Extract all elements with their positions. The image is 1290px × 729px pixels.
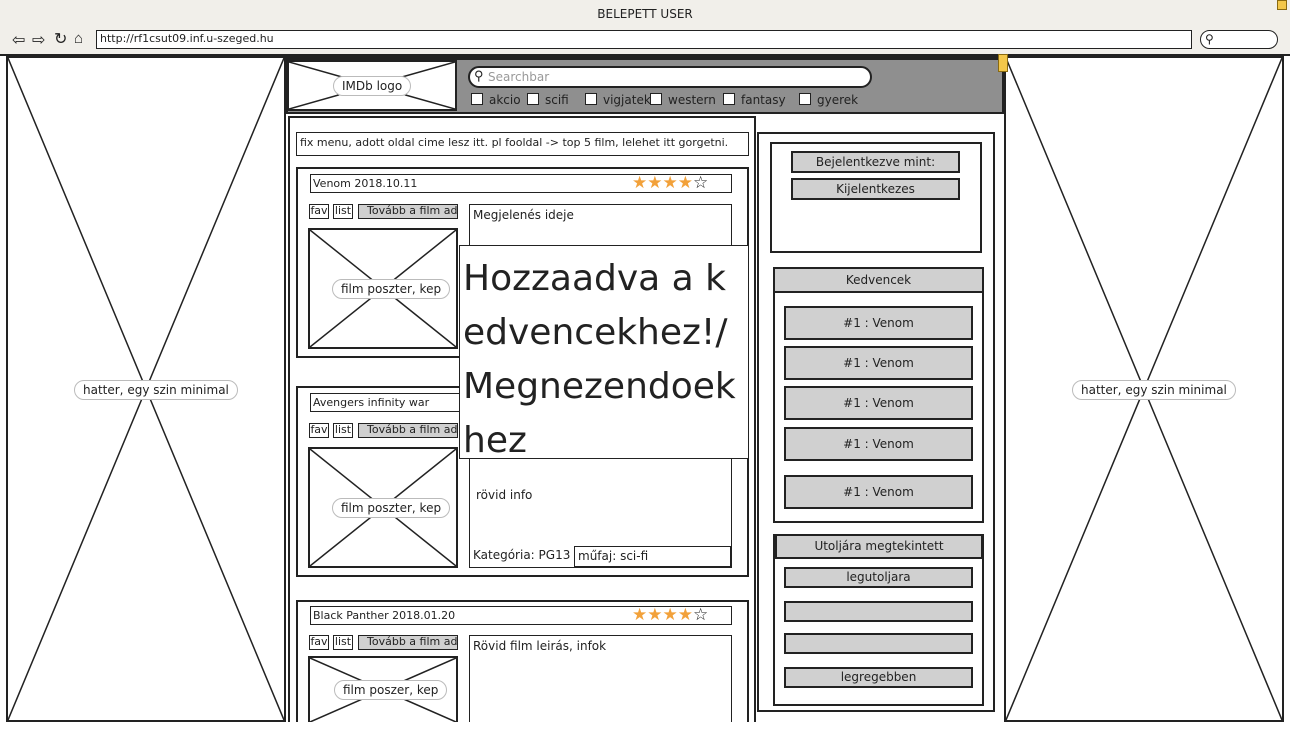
page-title-bar: fix menu, adott oldal cime lesz itt. pl …	[296, 132, 749, 156]
movie-description: Rövid film leirás, infok	[473, 639, 607, 653]
movie-info-box: Rövid film leirás, infok	[469, 635, 732, 722]
background-placeholder-left: hatter, egy szin minimal	[6, 56, 286, 722]
star-filled-icon: ★	[677, 605, 693, 624]
url-text: http://rf1csut09.inf.u-szeged.hu	[100, 32, 274, 45]
genre-checkbox-western[interactable]	[650, 93, 662, 105]
details-button[interactable]: Tovább a film adatlapjára	[358, 635, 458, 650]
star-empty-icon: ☆	[693, 605, 709, 624]
favorite-item[interactable]: #1 : Venom	[784, 386, 973, 420]
recent-item[interactable]	[784, 633, 973, 654]
forward-icon[interactable]: ⇨	[32, 30, 45, 50]
movie-description: Megjelenés ideje	[473, 208, 574, 222]
background-label-left: hatter, egy szin minimal	[74, 380, 238, 400]
genre-label-gyerek: gyerek	[817, 93, 859, 107]
notification-popup: Hozzaadva a kedvencekhez!/ Megnezendoekh…	[459, 245, 749, 461]
genre-checkbox-gyerek[interactable]	[799, 93, 811, 105]
logo-label: IMDb logo	[333, 76, 412, 96]
search-icon: ⚲	[474, 68, 484, 83]
details-button[interactable]: Tovább a film adatlapjára	[358, 204, 458, 219]
genre-label-western: western	[668, 93, 716, 107]
genre-label-fantasy: fantasy	[741, 93, 786, 107]
search-bar[interactable]: ⚲ Searchbar	[468, 66, 872, 88]
fav-button[interactable]: fav	[309, 635, 329, 650]
rating-stars: ★★★★☆	[632, 605, 722, 625]
recent-title: Utoljára megtekintett	[775, 534, 983, 559]
genre-box: műfaj: sci-fi	[574, 546, 731, 567]
poster-label: film poszer, kep	[334, 680, 448, 700]
category-label: Kategória: PG13	[473, 548, 571, 562]
back-icon[interactable]: ⇦	[12, 30, 25, 50]
browser-search-field[interactable]: ⚲	[1200, 30, 1278, 49]
details-button[interactable]: Tovább a film adatlapjára	[358, 423, 458, 438]
imdb-logo[interactable]: IMDb logo	[287, 60, 457, 111]
star-filled-icon: ★	[677, 173, 693, 192]
genre-label-scifi: scifi	[545, 93, 569, 107]
note-icon	[1277, 0, 1287, 10]
list-button[interactable]: list	[333, 423, 353, 438]
logged-in-as-label: Bejelentkezve mint:	[791, 151, 960, 173]
recent-item[interactable]	[784, 601, 973, 622]
movie-poster[interactable]: film poszter, kep	[308, 228, 458, 349]
movie-title: Venom 2018.10.11	[313, 177, 418, 190]
window-title: BELEPETT USER	[597, 7, 693, 21]
page-title-text: fix menu, adott oldal cime lesz itt. pl …	[300, 136, 729, 149]
genre-label: műfaj: sci-fi	[578, 549, 649, 563]
star-filled-icon: ★	[662, 605, 678, 624]
star-filled-icon: ★	[632, 173, 648, 192]
search-icon: ⚲	[1205, 32, 1214, 46]
home-icon[interactable]: ⌂	[74, 30, 83, 47]
favorite-item[interactable]: #1 : Venom	[784, 427, 973, 461]
genre-label-vigjatek: vigjatek	[603, 93, 651, 107]
genre-checkbox-akcio[interactable]	[471, 93, 483, 105]
background-label-right: hatter, egy szin minimal	[1072, 380, 1236, 400]
list-button[interactable]: list	[333, 204, 353, 219]
movie-title: Black Panther 2018.01.20	[313, 609, 456, 622]
genre-checkbox-fantasy[interactable]	[723, 93, 735, 105]
background-placeholder-right: hatter, egy szin minimal	[1004, 56, 1284, 722]
star-filled-icon: ★	[647, 173, 663, 192]
logout-button[interactable]: Kijelentkezes	[791, 178, 960, 200]
star-filled-icon: ★	[632, 605, 648, 624]
fav-button[interactable]: fav	[309, 423, 329, 438]
movie-title: Avengers infinity war	[313, 396, 430, 409]
list-button[interactable]: list	[333, 635, 353, 650]
movie-poster[interactable]: film poszter, kep	[308, 447, 458, 568]
genre-checkbox-vigjatek[interactable]	[585, 93, 597, 105]
star-filled-icon: ★	[662, 173, 678, 192]
short-info: rövid info	[476, 488, 533, 502]
poster-label: film poszter, kep	[332, 279, 451, 299]
fav-button[interactable]: fav	[309, 204, 329, 219]
favorite-item[interactable]: #1 : Venom	[784, 346, 973, 380]
search-placeholder: Searchbar	[488, 70, 550, 84]
star-filled-icon: ★	[647, 605, 663, 624]
poster-label: film poszter, kep	[332, 498, 451, 518]
notification-text: Hozzaadva a kedvencekhez!/ Megnezendoekh…	[463, 258, 736, 461]
scroll-marker-icon	[998, 54, 1008, 72]
recent-item[interactable]: legutoljara	[784, 567, 973, 588]
recent-item[interactable]: legregebben	[784, 667, 973, 688]
browser-chrome: BELEPETT USER ⇦ ⇨ ↻ ⌂ http://rf1csut09.i…	[0, 0, 1290, 56]
favorite-item[interactable]: #1 : Venom	[784, 475, 973, 509]
rating-stars: ★★★★☆	[632, 173, 722, 193]
reload-icon[interactable]: ↻	[54, 29, 67, 49]
star-empty-icon: ☆	[693, 173, 709, 192]
genre-checkbox-scifi[interactable]	[527, 93, 539, 105]
favorite-item[interactable]: #1 : Venom	[784, 306, 973, 340]
movie-poster[interactable]: film poszer, kep	[308, 656, 458, 722]
favorites-title: Kedvencek	[773, 267, 984, 293]
genre-label-akcio: akcio	[489, 93, 521, 107]
url-bar[interactable]: http://rf1csut09.inf.u-szeged.hu	[96, 30, 1192, 49]
